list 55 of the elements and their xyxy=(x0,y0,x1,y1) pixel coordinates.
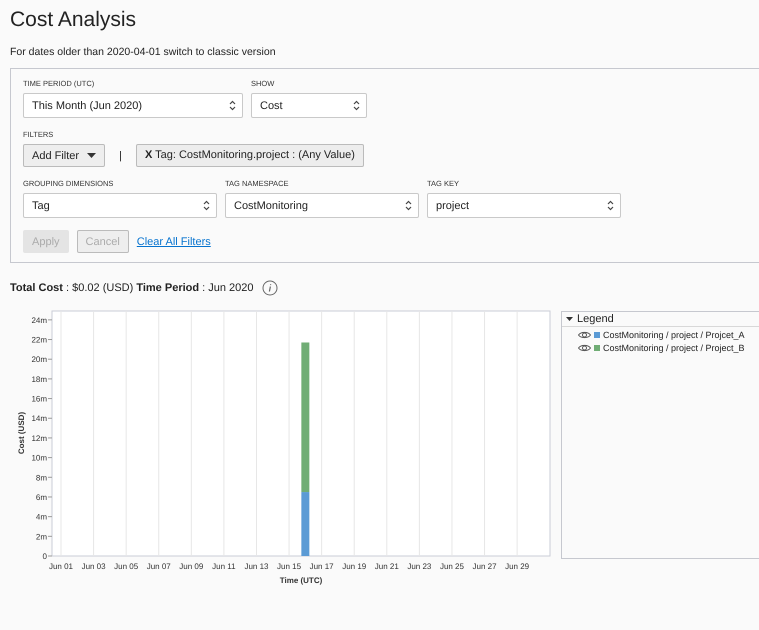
eye-icon[interactable] xyxy=(578,344,591,352)
tag-key-select[interactable]: project xyxy=(427,193,621,218)
tag-namespace-select[interactable]: CostMonitoring xyxy=(225,193,419,218)
separator-text: | xyxy=(119,150,122,162)
y-tick-label: 2m xyxy=(36,532,47,542)
y-tick-label: 14m xyxy=(31,414,47,424)
y-tick-label: 8m xyxy=(36,473,47,482)
caret-icon xyxy=(87,153,96,158)
grouping-select[interactable]: Tag xyxy=(23,193,217,218)
x-tick-label: Jun 27 xyxy=(472,562,497,571)
filter-chip[interactable]: X Tag: CostMonitoring.project : (Any Value) xyxy=(136,144,364,167)
legend-header[interactable]: Legend xyxy=(562,312,759,327)
y-tick-label: 24m xyxy=(31,316,47,325)
add-filter-button[interactable]: Add Filter xyxy=(23,144,106,167)
clear-filters-link[interactable]: Clear All Filters xyxy=(136,236,211,248)
x-tick-label: Jun 17 xyxy=(310,562,334,571)
legend-label: CostMonitoring / project / Project_B xyxy=(603,343,745,353)
x-tick-label: Jun 13 xyxy=(244,562,268,571)
x-tick-label: Jun 11 xyxy=(212,562,236,571)
chevron-icon xyxy=(229,100,236,111)
x-tick-label: Jun 03 xyxy=(82,562,106,571)
chevron-icon xyxy=(353,100,360,111)
x-tick-label: Jun 09 xyxy=(179,562,204,571)
x-tick-label: Jun 23 xyxy=(407,562,432,571)
caret-icon xyxy=(566,316,573,322)
x-tick-label: Jun 01 xyxy=(48,562,74,571)
x-tick-label: Jun 05 xyxy=(114,562,138,571)
x-tick-label: Jun 25 xyxy=(440,562,464,571)
y-tick-label: 16m xyxy=(31,394,47,404)
time-period-select[interactable]: This Month (Jun 2020) xyxy=(23,93,243,118)
y-tick-label: 10m xyxy=(31,454,47,463)
x-tick-label: Jun 29 xyxy=(505,562,530,571)
x-tick-label: Jun 19 xyxy=(342,562,366,571)
show-select[interactable]: Cost xyxy=(251,93,367,118)
info-icon[interactable] xyxy=(262,280,278,296)
y-tick-label: 18m xyxy=(31,374,47,384)
chevron-icon xyxy=(405,200,412,211)
chevron-icon xyxy=(607,200,614,211)
y-tick-label: 12m xyxy=(31,434,47,443)
y-axis-title: Cost (USD) xyxy=(17,412,26,454)
y-tick-label: 0 xyxy=(42,552,47,561)
eye-icon[interactable] xyxy=(578,331,591,339)
x-tick-label: Jun 15 xyxy=(277,562,302,571)
page-title: Cost Analysis xyxy=(10,8,138,32)
x-axis-title: Time (UTC) xyxy=(280,576,322,585)
x-tick-label: Jun 07 xyxy=(146,562,171,571)
y-tick-label: 20m xyxy=(31,355,47,364)
notice-text: For dates older than 2020-04-01 switch to classic version xyxy=(10,46,277,58)
y-tick-label: 22m xyxy=(31,336,47,345)
y-tick-label: 4m xyxy=(36,512,47,522)
x-tick-label: Jun 21 xyxy=(374,562,399,571)
total-cost-text: Total Cost : $0.02 (USD) Time Period : Jun 2020 xyxy=(10,282,254,294)
legend-label: CostMonitoring / project / Projcet_A xyxy=(603,330,745,340)
chevron-icon xyxy=(203,200,210,211)
y-tick-label: 6m xyxy=(36,492,47,502)
